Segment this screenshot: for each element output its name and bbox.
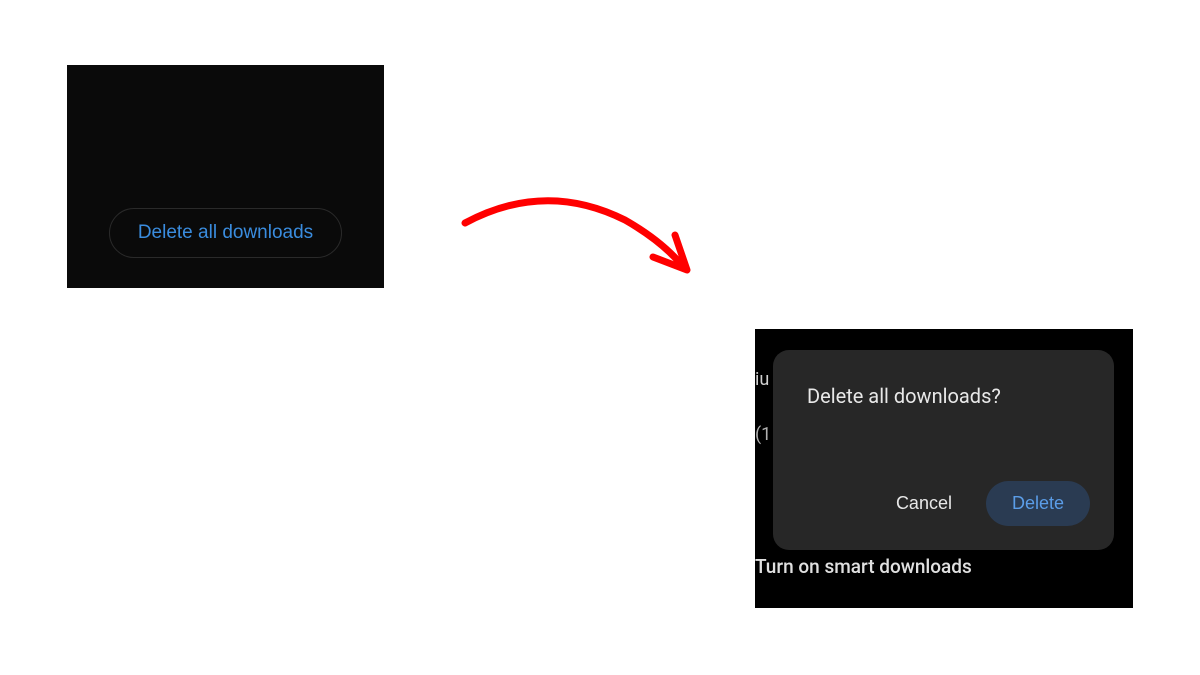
annotation-arrow bbox=[455, 185, 710, 285]
delete-button[interactable]: Delete bbox=[986, 481, 1090, 526]
arrow-icon bbox=[455, 185, 710, 295]
delete-all-downloads-button[interactable]: Delete all downloads bbox=[109, 208, 342, 258]
background-text-fragment: iu bbox=[755, 369, 769, 390]
background-text-fragment: (1 bbox=[755, 424, 771, 445]
dialog-button-row: Cancel Delete bbox=[797, 481, 1090, 526]
cancel-button[interactable]: Cancel bbox=[878, 483, 970, 524]
dialog-title: Delete all downloads? bbox=[807, 384, 1090, 408]
delete-button-label: Delete bbox=[1012, 493, 1064, 513]
cancel-button-label: Cancel bbox=[896, 493, 952, 513]
delete-all-button-label: Delete all downloads bbox=[138, 222, 313, 243]
settings-panel-crop: Delete all downloads bbox=[67, 65, 384, 288]
confirm-dialog: Delete all downloads? Cancel Delete bbox=[773, 350, 1114, 550]
background-text-smart-downloads: Turn on smart downloads bbox=[755, 555, 972, 578]
dialog-panel-crop: iu (1 Turn on smart downloads Delete all… bbox=[755, 329, 1133, 608]
